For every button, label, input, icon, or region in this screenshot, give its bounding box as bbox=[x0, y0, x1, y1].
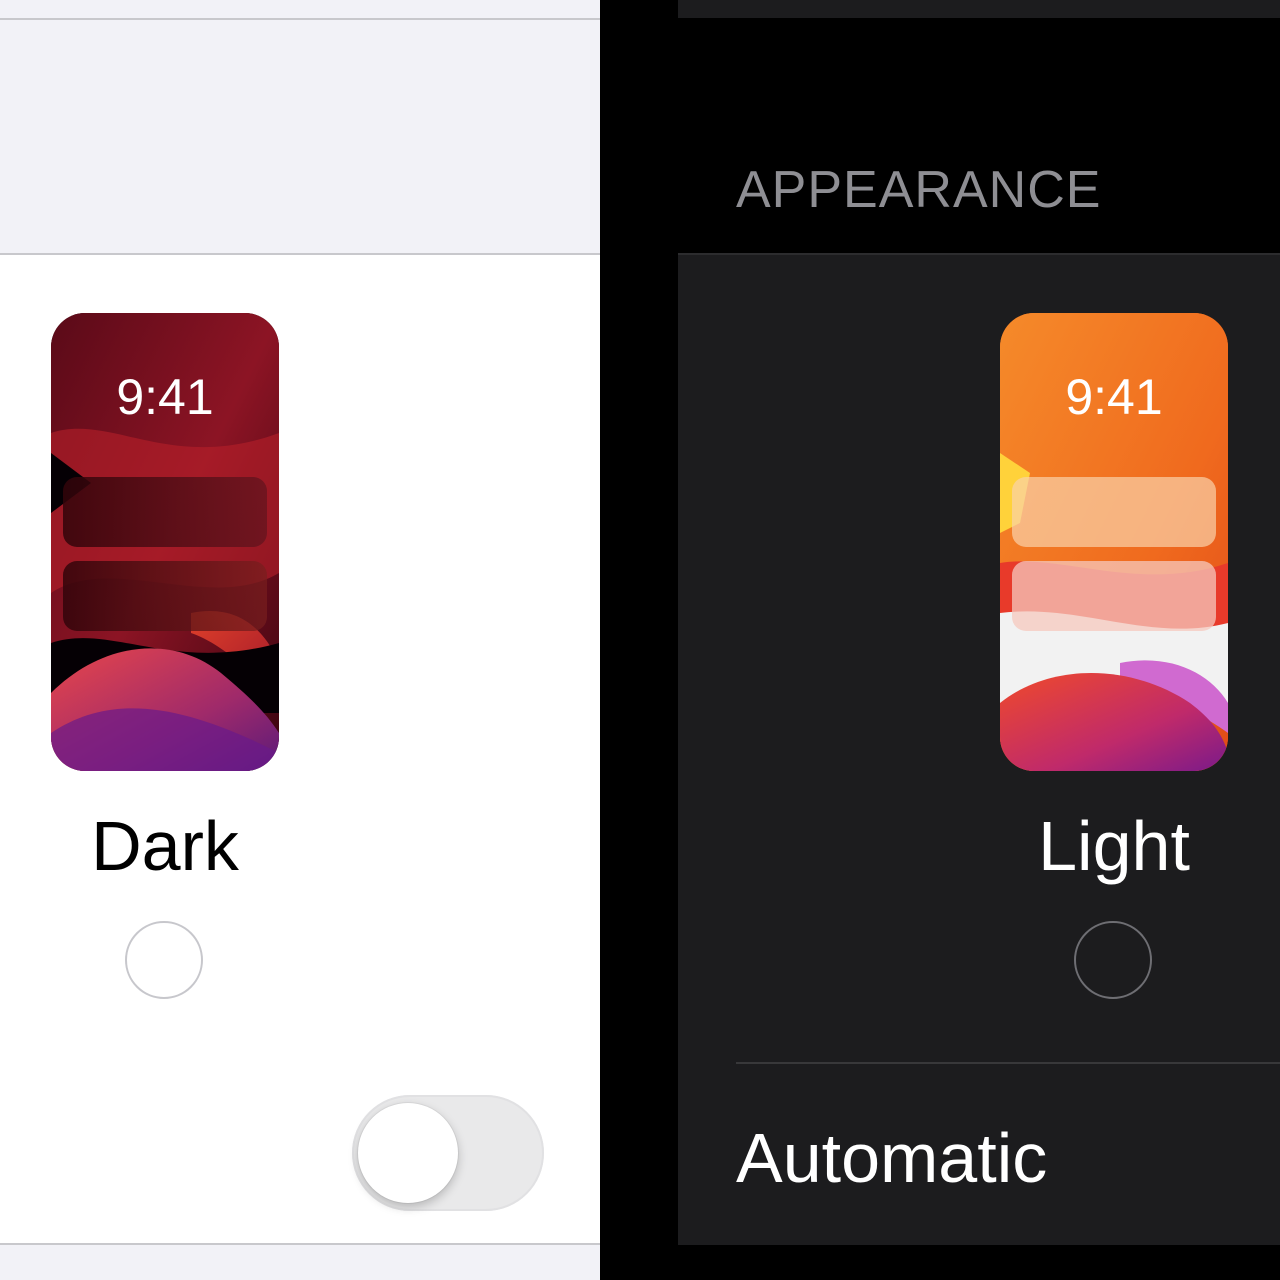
top-divider bbox=[0, 18, 600, 20]
toggle-knob bbox=[358, 1103, 458, 1203]
light-option-label: Light bbox=[1038, 807, 1190, 885]
automatic-label: Automatic bbox=[736, 1119, 1048, 1197]
section-header: APPEARANCE bbox=[736, 161, 1102, 219]
dark-mode-panel: APPEARANCE 9:41 Light Automatic bbox=[678, 0, 1280, 1280]
light-option-radio[interactable] bbox=[1074, 921, 1152, 999]
automatic-toggle[interactable] bbox=[352, 1095, 544, 1211]
dark-option-radio[interactable] bbox=[125, 921, 203, 999]
light-mode-panel: 9:41 Dark bbox=[0, 0, 600, 1280]
notification-placeholder bbox=[63, 477, 267, 547]
notification-placeholder bbox=[63, 561, 267, 631]
notification-placeholder bbox=[1012, 561, 1216, 631]
row-divider bbox=[736, 1062, 1280, 1064]
appearance-card-light: 9:41 Dark bbox=[0, 253, 600, 1065]
preview-clock: 9:41 bbox=[1065, 369, 1163, 425]
top-bar bbox=[678, 0, 1280, 18]
light-mode-preview[interactable]: 9:41 bbox=[1000, 313, 1228, 771]
notification-placeholder bbox=[1012, 477, 1216, 547]
preview-clock: 9:41 bbox=[116, 369, 214, 425]
automatic-row-light bbox=[0, 1063, 600, 1245]
appearance-card-dark: 9:41 Light bbox=[678, 253, 1280, 1245]
dark-mode-preview[interactable]: 9:41 bbox=[51, 313, 279, 771]
dark-option-label: Dark bbox=[91, 807, 239, 885]
